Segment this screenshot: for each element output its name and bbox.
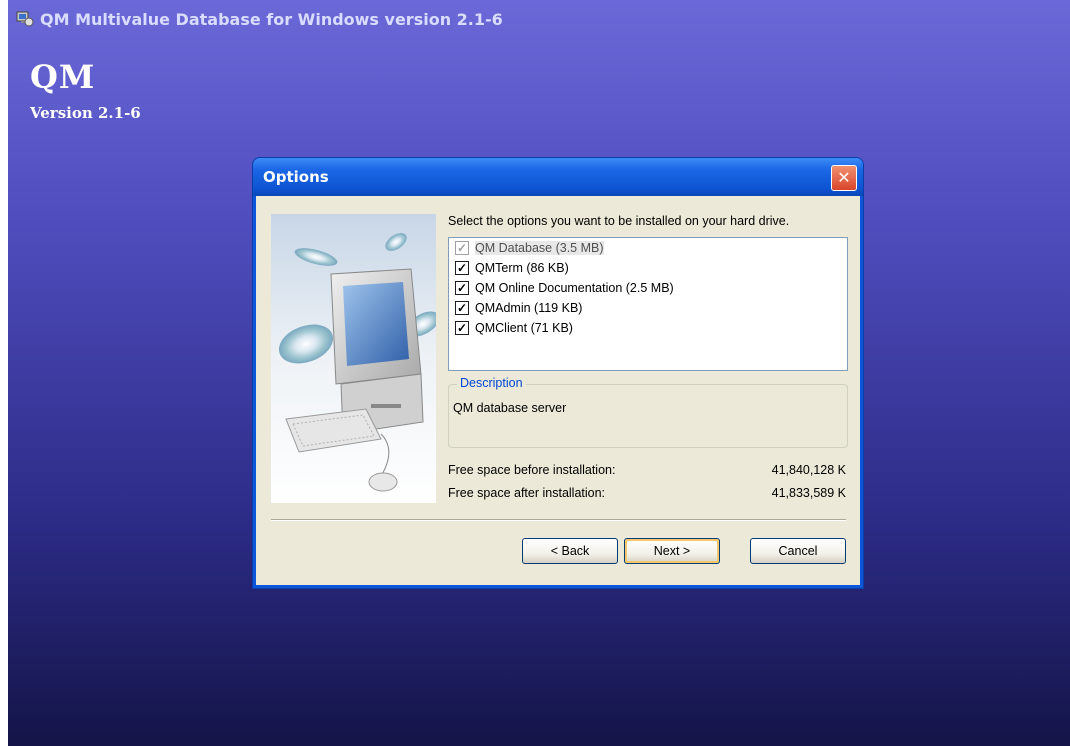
option-qmterm[interactable]: ✓ QMTerm (86 KB) <box>449 258 847 278</box>
back-button[interactable]: < Back <box>522 538 618 564</box>
dialog-title: Options <box>263 168 329 186</box>
option-label: QMClient (71 KB) <box>475 321 573 335</box>
window-title: QM Multivalue Database for Windows versi… <box>40 9 503 29</box>
option-qm-database[interactable]: ✓ QM Database (3.5 MB) <box>449 238 847 258</box>
space-before-row: Free space before installation: 41,840,1… <box>448 463 846 477</box>
option-qmclient[interactable]: ✓ QMClient (71 KB) <box>449 318 847 338</box>
checkbox-checked-icon[interactable]: ✓ <box>455 261 469 275</box>
checkbox-checked-icon[interactable]: ✓ <box>455 301 469 315</box>
checkbox-checked-icon[interactable]: ✓ <box>455 281 469 295</box>
options-dialog: Options ✕ Select the options you want to… <box>253 158 863 588</box>
close-icon: ✕ <box>837 168 851 187</box>
checkbox-checked-icon[interactable]: ✓ <box>455 241 469 255</box>
space-after-row: Free space after installation: 41,833,58… <box>448 486 846 500</box>
space-before-value: 41,840,128 K <box>771 463 846 477</box>
space-before-label: Free space before installation: <box>448 463 616 477</box>
window-titlebar: QM Multivalue Database for Windows versi… <box>8 0 1070 38</box>
computer-illustration <box>271 214 436 503</box>
description-group: Description QM database server <box>448 376 848 448</box>
option-qmadmin[interactable]: ✓ QMAdmin (119 KB) <box>449 298 847 318</box>
options-prompt: Select the options you want to be instal… <box>448 214 790 228</box>
option-online-documentation[interactable]: ✓ QM Online Documentation (2.5 MB) <box>449 278 847 298</box>
app-icon <box>16 11 34 27</box>
close-button[interactable]: ✕ <box>831 165 857 191</box>
option-label: QMTerm (86 KB) <box>475 261 569 275</box>
next-button[interactable]: Next > <box>624 538 720 564</box>
checkbox-checked-icon[interactable]: ✓ <box>455 321 469 335</box>
cancel-button[interactable]: Cancel <box>750 538 846 564</box>
brand-title: QM <box>30 58 96 96</box>
space-after-value: 41,833,589 K <box>771 486 846 500</box>
space-after-label: Free space after installation: <box>448 486 606 500</box>
option-label: QM Online Documentation (2.5 MB) <box>475 281 674 295</box>
description-label: Description <box>457 376 526 390</box>
dialog-body: Select the options you want to be instal… <box>256 196 860 585</box>
dialog-titlebar: Options ✕ <box>253 158 863 196</box>
divider <box>271 519 846 521</box>
option-label: QMAdmin (119 KB) <box>475 301 583 315</box>
option-label: QM Database (3.5 MB) <box>475 241 604 255</box>
version-label: Version 2.1-6 <box>30 104 141 122</box>
options-list: ✓ QM Database (3.5 MB) ✓ QMTerm (86 KB) … <box>448 237 848 371</box>
installer-window: QM Multivalue Database for Windows versi… <box>8 0 1070 746</box>
description-text: QM database server <box>453 401 567 415</box>
